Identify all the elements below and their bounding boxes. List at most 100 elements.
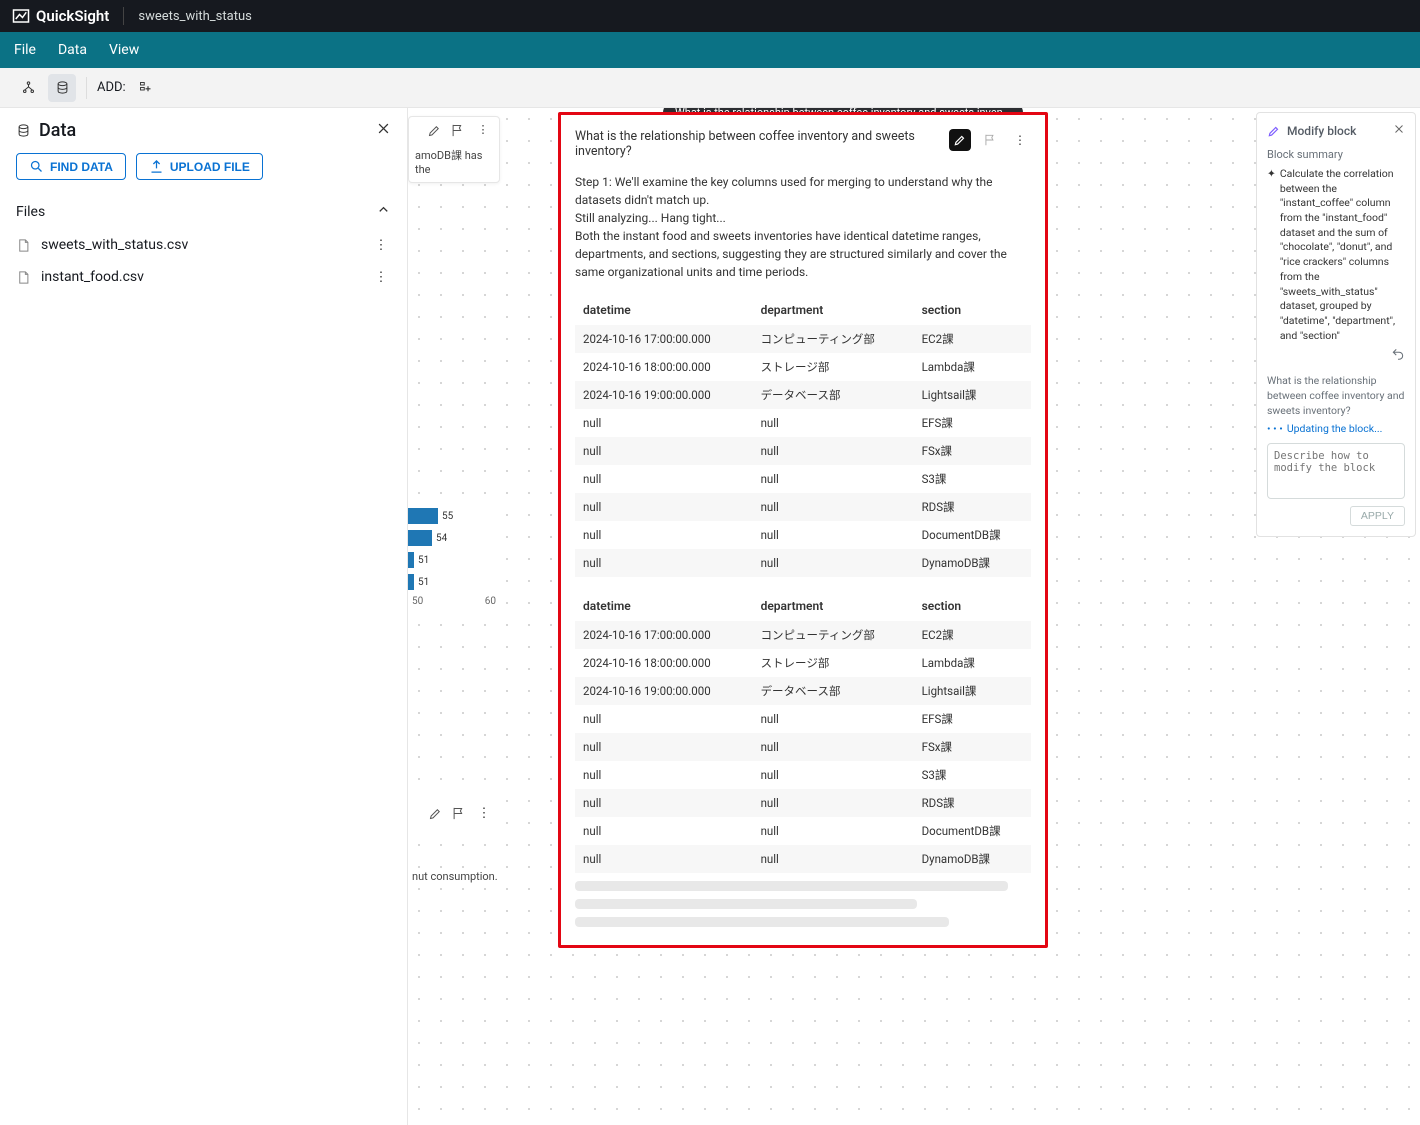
block-more-button[interactable]: ⋮ [1009, 129, 1031, 151]
more-icon[interactable]: ⋮ [474, 806, 494, 825]
analysis-block[interactable]: What is the relationship between coffee … [558, 112, 1048, 948]
flag-icon[interactable] [450, 123, 465, 141]
add-label: ADD: [97, 80, 126, 95]
cell-datetime: null [575, 761, 753, 789]
undo-button[interactable] [1267, 347, 1405, 364]
modify-title: Modify block [1287, 124, 1356, 138]
add-block-button[interactable] [132, 74, 160, 102]
undo-icon [1391, 347, 1405, 361]
flag-block-button[interactable] [979, 129, 1001, 151]
data-panel-title: Data [39, 120, 368, 141]
skeleton-line [575, 899, 917, 909]
find-data-button[interactable]: FIND DATA [16, 153, 126, 180]
toolbar-separator [86, 77, 87, 99]
files-collapse-button[interactable] [376, 202, 391, 221]
table-row: nullnullDocumentDB課 [575, 817, 1031, 845]
cell-department: ストレージ部 [753, 649, 914, 677]
file-name: instant_food.csv [41, 269, 361, 285]
table-row: 2024-10-16 18:00:00.000ストレージ部Lambda課 [575, 649, 1031, 677]
col-datetime: datetime [575, 591, 753, 621]
cell-section: EC2課 [914, 621, 1031, 649]
cell-datetime: null [575, 733, 753, 761]
edit-block-button[interactable] [949, 129, 971, 151]
table-row: nullnullRDS課 [575, 789, 1031, 817]
modify-question: What is the relationship between coffee … [1267, 374, 1405, 418]
cell-datetime: null [575, 493, 753, 521]
find-data-label: FIND DATA [50, 160, 113, 174]
toolbar: ADD: [0, 68, 1420, 108]
cell-datetime: null [575, 817, 753, 845]
table-row: 2024-10-16 17:00:00.000コンピューティング部EC2課 [575, 621, 1031, 649]
cell-department: null [753, 817, 914, 845]
cell-department: null [753, 705, 914, 733]
cell-section: EFS課 [914, 705, 1031, 733]
menu-data[interactable]: Data [58, 42, 87, 58]
quicksight-logo[interactable]: QuickSight [12, 7, 109, 25]
upload-file-button[interactable]: UPLOAD FILE [136, 153, 263, 180]
cell-section: DocumentDB課 [914, 817, 1031, 845]
cell-section: Lambda課 [914, 353, 1031, 381]
menu-view[interactable]: View [109, 42, 139, 58]
cell-department: null [753, 549, 914, 577]
database-icon [55, 80, 70, 95]
flag-icon[interactable] [451, 806, 466, 825]
edit-icon[interactable] [428, 806, 443, 825]
partial-text: amoDB課 has the [415, 147, 493, 176]
cell-department: null [753, 521, 914, 549]
close-panel-button[interactable] [376, 120, 391, 141]
col-department: department [753, 295, 914, 325]
analysis-table-1: datetime department section 2024-10-16 1… [575, 295, 1031, 577]
cell-department: null [753, 761, 914, 789]
add-block-icon [138, 80, 153, 95]
file-more-button[interactable]: ⋮ [371, 238, 391, 253]
col-department: department [753, 591, 914, 621]
database-tool-button[interactable] [48, 74, 76, 102]
modify-input[interactable] [1267, 443, 1405, 499]
canvas-workspace[interactable]: ⋮ amoDB課 has the 55545151 50 60 ⋮ nut co… [408, 108, 1420, 1125]
cell-department: コンピューティング部 [753, 325, 914, 353]
database-icon [16, 123, 31, 138]
mini-bar: 55 [408, 508, 500, 524]
close-modify-button[interactable] [1393, 123, 1405, 138]
cell-datetime: null [575, 521, 753, 549]
upload-icon [149, 159, 164, 174]
file-row[interactable]: instant_food.csv ⋮ [0, 261, 407, 293]
file-row[interactable]: sweets_with_status.csv⋮ [0, 229, 407, 261]
cell-department: null [753, 733, 914, 761]
edit-icon [953, 133, 967, 147]
upload-file-label: UPLOAD FILE [170, 160, 250, 174]
table-row: 2024-10-16 17:00:00.000コンピューティング部EC2課 [575, 325, 1031, 353]
file-more-button[interactable]: ⋮ [371, 270, 391, 285]
table-row: 2024-10-16 19:00:00.000データベース部Lightsail課 [575, 677, 1031, 705]
menu-file[interactable]: File [14, 42, 36, 58]
hang-text: Still analyzing... Hang tight... [575, 209, 1031, 227]
block-summary-label: Block summary [1267, 148, 1405, 161]
schema-tool-button[interactable] [14, 74, 42, 102]
files-header: Files [16, 204, 45, 220]
cell-department: データベース部 [753, 381, 914, 409]
close-icon [1393, 123, 1405, 135]
data-panel: Data FIND DATA UPLOAD FILE Files sweets_… [0, 108, 408, 1125]
search-icon [29, 159, 44, 174]
analysis-title: What is the relationship between coffee … [575, 129, 941, 159]
more-icon[interactable]: ⋮ [473, 123, 493, 141]
table-row: 2024-10-16 19:00:00.000データベース部Lightsail課 [575, 381, 1031, 409]
cell-section: DocumentDB課 [914, 521, 1031, 549]
cell-datetime: 2024-10-16 18:00:00.000 [575, 353, 753, 381]
close-icon [376, 121, 391, 136]
cell-datetime: 2024-10-16 17:00:00.000 [575, 621, 753, 649]
cell-datetime: null [575, 789, 753, 817]
axis-right: 60 [485, 596, 496, 607]
document-title: sweets_with_status [138, 9, 251, 24]
cell-section: RDS課 [914, 789, 1031, 817]
edit-icon[interactable] [427, 123, 442, 141]
cell-datetime: null [575, 705, 753, 733]
cell-section: DynamoDB課 [914, 549, 1031, 577]
table-row: nullnullEFS課 [575, 705, 1031, 733]
apply-button[interactable]: APPLY [1350, 506, 1405, 526]
cell-department: null [753, 437, 914, 465]
table-row: nullnullFSx課 [575, 733, 1031, 761]
cell-datetime: 2024-10-16 18:00:00.000 [575, 649, 753, 677]
cell-datetime: null [575, 409, 753, 437]
cell-department: null [753, 845, 914, 873]
